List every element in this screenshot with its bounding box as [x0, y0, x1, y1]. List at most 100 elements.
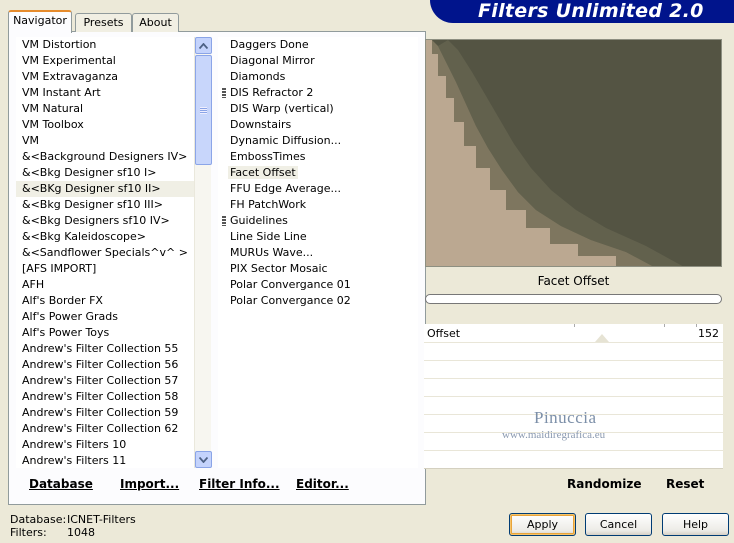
filter-item[interactable]: Diagonal Mirror — [218, 53, 418, 69]
filter-item[interactable]: Downstairs — [218, 117, 418, 133]
app-banner-title: Filters Unlimited 2.0 — [430, 0, 734, 23]
category-item[interactable]: Alf's Power Toys — [16, 325, 194, 341]
database-button[interactable]: Database — [29, 477, 93, 493]
filter-info-button[interactable]: Filter Info... — [199, 477, 280, 493]
filter-item-label: EmbossTimes — [230, 150, 306, 163]
parameter-panel: Offset 152 Pinuccia www.maidiregrafica.e… — [424, 324, 723, 468]
cancel-button[interactable]: Cancel — [585, 513, 652, 536]
filter-item-label: Facet Offset — [228, 166, 298, 179]
filter-item-label: Diamonds — [230, 70, 286, 83]
progress-bar — [425, 294, 722, 304]
chevron-up-icon — [199, 42, 208, 49]
category-item[interactable]: Andrew's Filters 11 — [16, 453, 194, 468]
filter-preview — [425, 39, 722, 267]
category-item[interactable]: VM — [16, 133, 194, 149]
filter-list[interactable]: Daggers Done Diagonal Mirror Diamonds DIS R… — [218, 37, 418, 468]
category-item[interactable]: VM Instant Art — [16, 85, 194, 101]
category-item[interactable]: VM Natural — [16, 101, 194, 117]
status-database: Database: ICNET-Filters — [10, 513, 136, 526]
slider-tick — [696, 324, 697, 327]
category-item[interactable]: Andrew's Filter Collection 58 — [16, 389, 194, 405]
filter-item-label: PIX Sector Mosaic — [230, 262, 328, 275]
tab-presets[interactable]: Presets — [75, 13, 132, 32]
filter-item[interactable]: DIS Warp (vertical) — [218, 101, 418, 117]
scroll-up-button[interactable] — [195, 37, 212, 54]
editor-button[interactable]: Editor... — [296, 477, 349, 493]
import-button[interactable]: Import... — [120, 477, 179, 493]
help-button[interactable]: Help — [662, 513, 729, 536]
preview-image — [426, 40, 683, 266]
filter-item[interactable]: EmbossTimes — [218, 149, 418, 165]
param-offset-label: Offset — [427, 327, 461, 340]
scroll-down-button[interactable] — [195, 451, 212, 468]
category-item[interactable]: VM Extravaganza — [16, 69, 194, 85]
filter-item[interactable]: Polar Convergance 01 — [218, 277, 418, 293]
watermark-url: www.maidiregrafica.eu — [502, 429, 606, 441]
filter-item-label: DIS Refractor 2 — [230, 86, 314, 99]
divider — [424, 342, 723, 343]
category-item[interactable]: Andrew's Filter Collection 55 — [16, 341, 194, 357]
chevron-down-icon — [199, 456, 208, 463]
filter-item[interactable]: Polar Convergance 02 — [218, 293, 418, 309]
selected-filter-title: Facet Offset — [537, 274, 610, 288]
status-filters: Filters: 1048 — [10, 526, 95, 539]
slider-tick — [664, 324, 665, 327]
category-item[interactable]: Andrew's Filter Collection 56 — [16, 357, 194, 373]
divider — [424, 468, 723, 469]
tab-about[interactable]: About — [132, 13, 179, 32]
filter-item-label: FH PatchWork — [230, 198, 307, 211]
category-item[interactable]: &<Bkg Designers sf10 IV> — [16, 213, 194, 229]
category-item[interactable]: &<Bkg Designer sf10 I> — [16, 165, 194, 181]
apply-button[interactable]: Apply — [509, 513, 576, 536]
scroll-thumb[interactable] — [195, 55, 212, 165]
param-offset-slider-thumb[interactable] — [595, 334, 609, 342]
slider-tick — [574, 324, 575, 327]
category-item[interactable]: Andrew's Filters 10 — [16, 437, 194, 453]
filter-item-label: Polar Convergance 02 — [230, 294, 351, 307]
randomize-button[interactable]: Randomize — [567, 477, 641, 491]
filter-item[interactable]: DIS Refractor 2 — [218, 85, 418, 101]
filter-item-label: Daggers Done — [230, 38, 309, 51]
filter-item[interactable]: Daggers Done — [218, 37, 418, 53]
filter-item-label: Diagonal Mirror — [230, 54, 315, 67]
filter-item[interactable]: FFU Edge Average... — [218, 181, 418, 197]
filter-item[interactable]: FH PatchWork — [218, 197, 418, 213]
filter-item-label: MURUs Wave... — [230, 246, 314, 259]
filter-item[interactable]: Line Side Line — [218, 229, 418, 245]
filter-item[interactable]: Guidelines — [218, 213, 418, 229]
divider — [424, 360, 723, 361]
filter-item[interactable]: PIX Sector Mosaic — [218, 261, 418, 277]
category-item[interactable]: VM Experimental — [16, 53, 194, 69]
status-filters-label: Filters: — [10, 526, 47, 539]
category-item[interactable]: Andrew's Filter Collection 59 — [16, 405, 194, 421]
category-item[interactable]: &<Bkg Kaleidoscope> — [16, 229, 194, 245]
group-marker-icon — [222, 216, 226, 226]
status-database-label: Database: — [10, 513, 67, 526]
category-item[interactable]: Alf's Power Grads — [16, 309, 194, 325]
category-item[interactable]: Andrew's Filter Collection 62 — [16, 421, 194, 437]
category-item[interactable]: AFH — [16, 277, 194, 293]
category-item[interactable]: VM Toolbox — [16, 117, 194, 133]
filter-item-label: DIS Warp (vertical) — [230, 102, 334, 115]
reset-button[interactable]: Reset — [666, 477, 704, 491]
watermark-name: Pinuccia — [534, 408, 597, 427]
category-list[interactable]: VM Distortion VM Experimental VM Extravaga… — [16, 37, 194, 468]
filter-item[interactable]: Diamonds — [218, 69, 418, 85]
category-item[interactable]: &<Background Designers IV> — [16, 149, 194, 165]
status-filters-value: 1048 — [67, 526, 95, 539]
category-item[interactable]: Andrew's Filter Collection 57 — [16, 373, 194, 389]
divider — [424, 378, 723, 379]
divider — [424, 450, 723, 451]
category-item[interactable]: [AFS IMPORT] — [16, 261, 194, 277]
category-item[interactable]: &<Bkg Designer sf10 III> — [16, 197, 194, 213]
filter-item[interactable]: Facet Offset — [218, 165, 418, 181]
filter-item[interactable]: Dynamic Diffusion... — [218, 133, 418, 149]
category-item[interactable]: &<Sandflower Specials^v^ > — [16, 245, 194, 261]
category-scrollbar[interactable] — [194, 37, 212, 468]
category-item[interactable]: Alf's Border FX — [16, 293, 194, 309]
category-item[interactable]: &<BKg Designer sf10 II> — [16, 181, 194, 197]
filter-item-label: Polar Convergance 01 — [230, 278, 351, 291]
tab-navigator[interactable]: Navigator — [8, 10, 72, 33]
category-item[interactable]: VM Distortion — [16, 37, 194, 53]
filter-item[interactable]: MURUs Wave... — [218, 245, 418, 261]
